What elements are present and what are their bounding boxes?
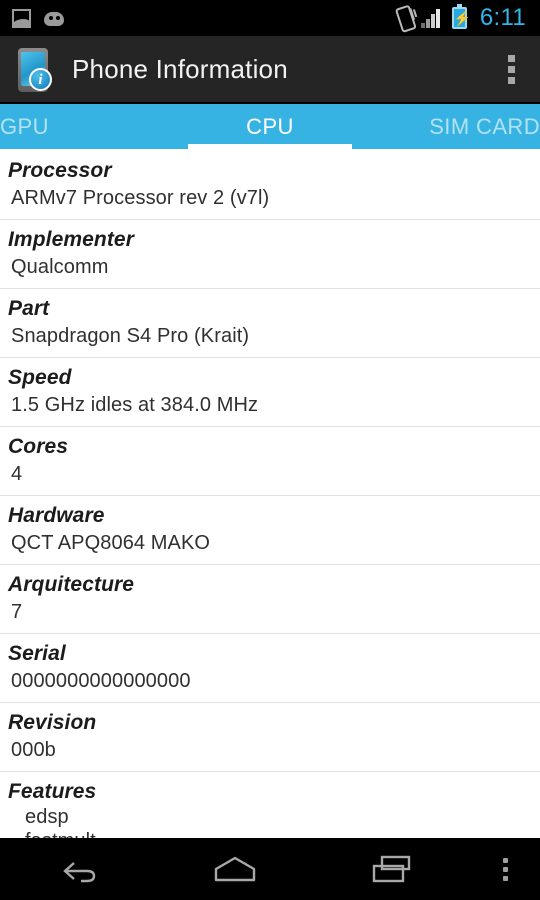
- table-row[interactable]: Processor ARMv7 Processor rev 2 (v7l): [0, 151, 540, 220]
- row-value: Qualcomm: [11, 256, 109, 278]
- home-button[interactable]: [157, 838, 314, 900]
- row-label: Processor: [8, 159, 112, 182]
- back-icon: [61, 857, 96, 883]
- navigation-bar: [0, 838, 540, 900]
- row-label: Features: [8, 780, 97, 803]
- status-bar: ⚡ 6:11: [0, 0, 540, 36]
- row-label: Part: [8, 297, 50, 320]
- tab-cpu[interactable]: CPU: [180, 104, 360, 149]
- table-row[interactable]: Cores 4: [0, 427, 540, 496]
- table-row[interactable]: Arquitecture 7: [0, 565, 540, 634]
- row-label: Hardware: [8, 504, 105, 527]
- table-row[interactable]: Hardware QCT APQ8064 MAKO: [0, 496, 540, 565]
- row-label: Speed: [8, 366, 72, 389]
- vibrate-icon: [392, 5, 418, 31]
- row-label: Cores: [8, 435, 69, 458]
- tab-cpu-label: CPU: [246, 113, 294, 139]
- page-title: Phone Information: [72, 53, 288, 84]
- status-bar-left-icons: [12, 8, 65, 28]
- row-label: Revision: [8, 711, 97, 734]
- tab-gpu[interactable]: GPU: [0, 104, 180, 149]
- table-row[interactable]: Speed 1.5 GHz idles at 384.0 MHz: [0, 358, 540, 427]
- tab-sim-card[interactable]: SIM CARD: [360, 104, 540, 149]
- features-list: edsp fastmult half neon swp thumb: [8, 806, 530, 838]
- action-bar: i Phone Information: [0, 36, 540, 104]
- row-value: ARMv7 Processor rev 2 (v7l): [11, 187, 270, 209]
- back-button[interactable]: [0, 838, 157, 900]
- row-value: QCT APQ8064 MAKO: [11, 532, 211, 554]
- status-bar-clock: 6:11: [479, 4, 526, 31]
- menu-button[interactable]: [470, 838, 540, 900]
- home-icon: [213, 856, 257, 882]
- tab-gpu-label: GPU: [0, 113, 49, 139]
- phone-information-app: ⚡ 6:11 i Phone Information GPU CPU SIM C…: [0, 0, 540, 900]
- row-value: Snapdragon S4 Pro (Krait): [11, 325, 250, 347]
- table-row[interactable]: Revision 000b: [0, 703, 540, 772]
- row-label: Implementer: [8, 228, 134, 251]
- phone-info-icon: i: [16, 46, 54, 92]
- signal-bars-icon: [420, 8, 443, 28]
- overflow-menu-icon[interactable]: [496, 47, 526, 91]
- table-row-features[interactable]: Features edsp fastmult half neon swp thu…: [0, 772, 540, 838]
- info-badge: i: [29, 68, 52, 91]
- screenshot-icon: [12, 8, 31, 28]
- tab-bar: GPU CPU SIM CARD: [0, 104, 540, 149]
- row-label: Serial: [8, 642, 66, 665]
- table-row[interactable]: Implementer Qualcomm: [0, 220, 540, 289]
- tab-sim-card-label: SIM CARD: [429, 113, 540, 139]
- android-debug-icon: [43, 10, 65, 26]
- row-label: Arquitecture: [8, 573, 135, 596]
- row-value: 1.5 GHz idles at 384.0 MHz: [11, 394, 259, 416]
- battery-charging-icon: ⚡: [451, 4, 471, 29]
- recents-button[interactable]: [313, 838, 470, 900]
- table-row[interactable]: Part Snapdragon S4 Pro (Krait): [0, 289, 540, 358]
- recents-icon: [371, 854, 413, 884]
- row-value: 7: [11, 601, 23, 623]
- menu-icon: [502, 857, 508, 881]
- row-value: 4: [11, 463, 23, 485]
- row-value: 000b: [11, 739, 56, 761]
- cpu-info-list[interactable]: Processor ARMv7 Processor rev 2 (v7l) Im…: [0, 151, 540, 838]
- list-item: fastmult: [25, 830, 530, 839]
- row-value: 0000000000000000: [11, 670, 191, 692]
- list-item: edsp: [25, 806, 69, 828]
- table-row[interactable]: Serial 0000000000000000: [0, 634, 540, 703]
- status-bar-right-icons: ⚡ 6:11: [392, 4, 532, 31]
